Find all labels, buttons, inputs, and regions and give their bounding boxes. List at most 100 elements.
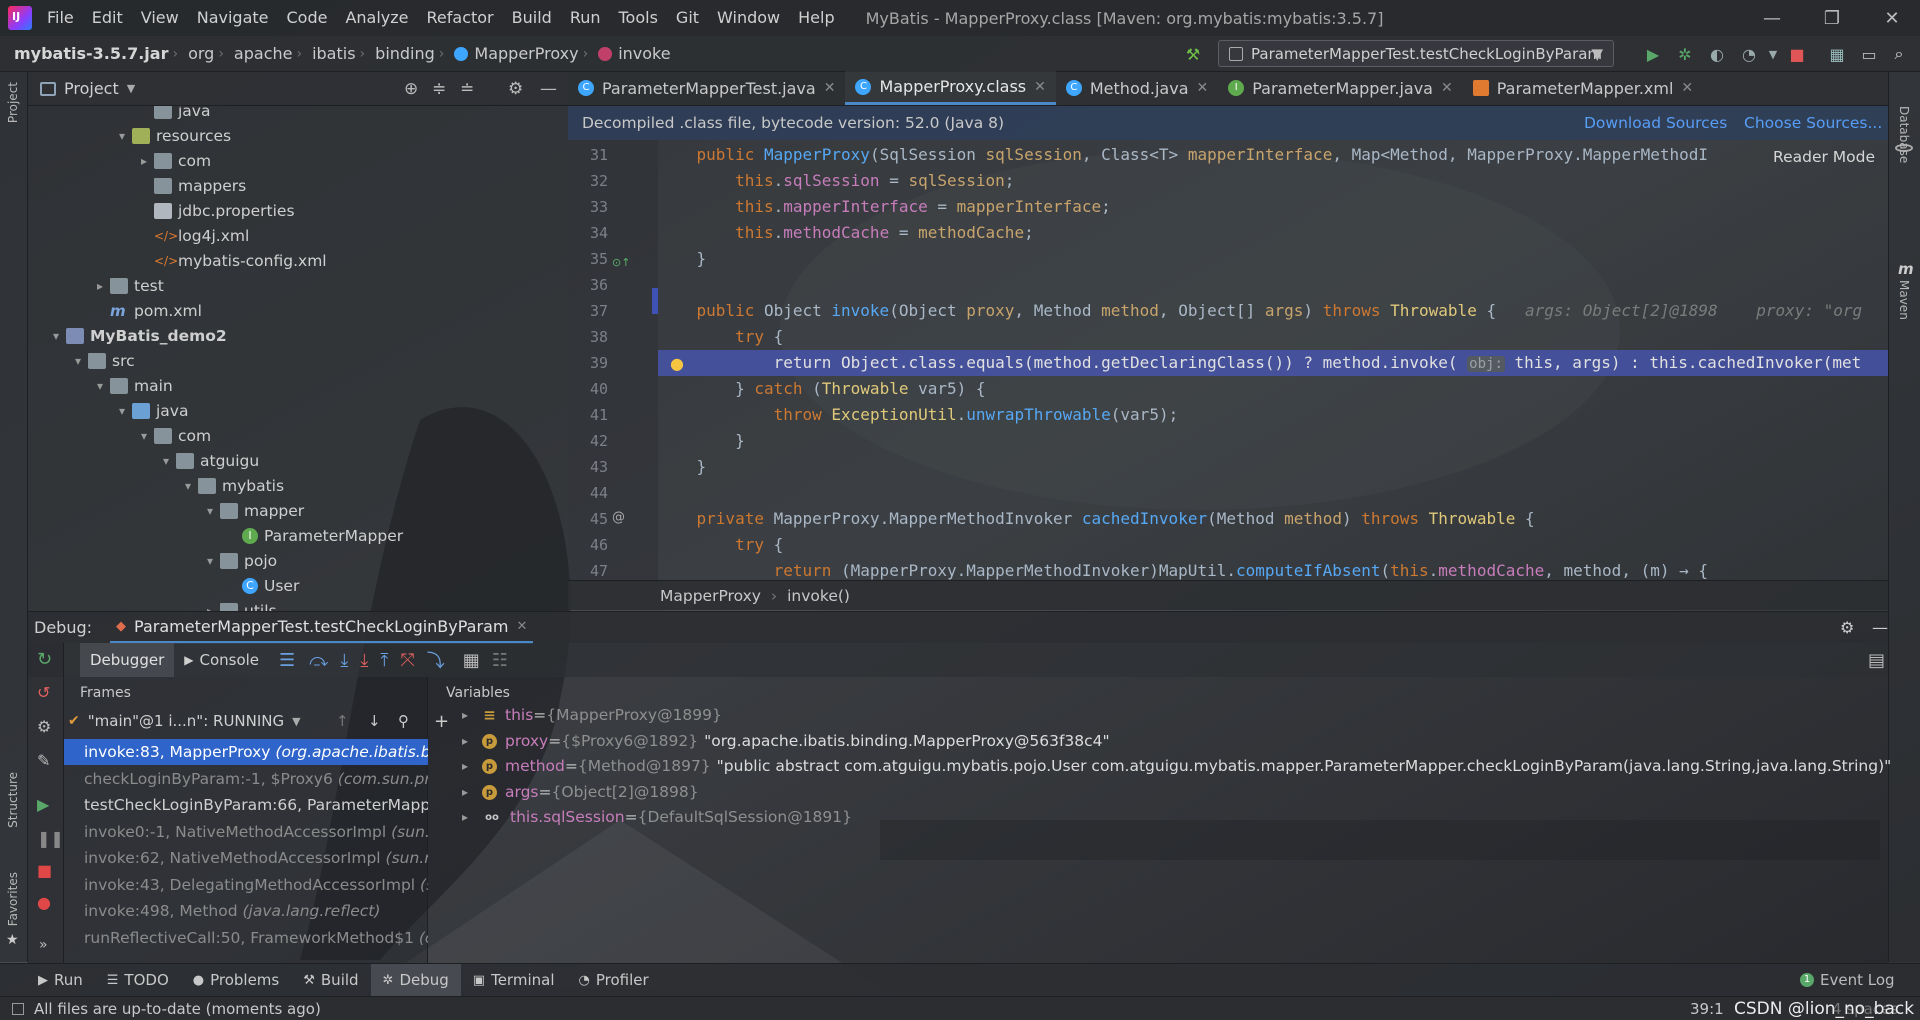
search-icon[interactable]: ⌕ [1886,41,1912,67]
menu-tools[interactable]: Tools [610,0,667,36]
force-step-into-icon[interactable]: ⤓ [360,650,368,671]
tool-tab-profiler[interactable]: ◔ Profiler [567,964,661,997]
breadcrumb-item[interactable]: mybatis-3.5.7.jar [0,44,168,63]
tool-tab-problems[interactable]: ● Problems [181,964,291,997]
editor-tab[interactable]: C Method.java ✕ [1056,71,1218,105]
run-to-cursor-icon[interactable]: ⤵ [427,647,445,673]
step-over-icon[interactable]: ⤼ [309,650,328,671]
breadcrumb-item[interactable]: org [182,44,214,63]
gear-icon[interactable]: ⚙ [1840,618,1854,637]
variable-row[interactable]: ▸ oo this.sqlSession = {DefaultSqlSession@… [462,805,852,830]
menu-code[interactable]: Code [278,0,337,36]
collapse-all-icon[interactable]: ≐ [460,79,474,99]
tree-item[interactable]: ▸ test [92,273,164,298]
tree-item[interactable]: C User [224,573,299,598]
stack-frame[interactable]: testCheckLoginByParam:66, ParameterMappe… [64,792,428,818]
view-breakpoints-icon[interactable]: ● [37,893,51,912]
locate-target-icon[interactable]: ⊕ [404,79,418,99]
structure-tool-button[interactable]: Structure [6,772,20,828]
run-configuration-select[interactable]: ParameterMapperTest.testCheckLoginByPara… [1218,40,1614,67]
expand-arrow-icon[interactable]: ▸ [462,703,482,728]
tree-item[interactable]: ▾ resources [114,123,231,148]
coverage-icon[interactable]: ◐ [1704,41,1730,67]
resume-icon[interactable]: ▶ [37,795,49,814]
editor-tab[interactable]: I ParameterMapper.java ✕ [1218,71,1462,105]
menu-edit[interactable]: Edit [83,0,132,36]
expand-arrow-icon[interactable]: ▸ [136,154,152,168]
favorites-tool-button[interactable]: Favorites [6,872,20,926]
build-hammer-icon[interactable]: ⚒ [1180,41,1206,67]
debug-session-tab[interactable]: ◆ ParameterMapperTest.testCheckLoginByPa… [110,612,534,644]
breadcrumb-item[interactable]: invoke [592,44,671,63]
menu-run[interactable]: Run [561,0,610,36]
close-icon[interactable]: ✕ [1441,80,1453,96]
menu-navigate[interactable]: Navigate [188,0,278,36]
expand-arrow-icon[interactable]: ▸ [462,780,482,805]
tree-item[interactable]: m pom.xml [92,298,202,323]
expand-arrow-icon[interactable]: ▾ [114,129,130,143]
hide-panel-icon[interactable]: — [1872,618,1888,637]
tree-item[interactable]: </> mybatis-config.xml [136,248,327,273]
tool-tab-todo[interactable]: ☰ TODO [95,964,181,997]
stack-frame[interactable]: runReflectiveCall:50, FrameworkMethod$1 … [64,925,428,951]
step-out-icon[interactable]: ⤒ [380,650,388,671]
expand-arrow-icon[interactable]: ▾ [48,329,64,343]
profile-icon[interactable]: ◔ [1736,41,1762,67]
tree-item[interactable]: ▾ com [136,423,211,448]
maven-tool-button[interactable]: Maven [1897,280,1911,320]
chevron-down-icon[interactable]: ▼ [127,82,135,95]
stack-frame[interactable]: invoke0:-1, NativeMethodAccessorImpl (su… [64,819,428,845]
editor-tab[interactable]: C MapperProxy.class ✕ [845,71,1056,105]
tool-tab-terminal[interactable]: ▣ Terminal [461,964,567,997]
expand-arrow-icon[interactable]: ▸ [462,805,482,830]
stack-frame[interactable]: invoke:83, MapperProxy (org.apache.ibati… [64,739,428,765]
more-run-options-icon[interactable]: ▼ [1760,41,1786,67]
breadcrumb-class[interactable]: MapperProxy [660,587,761,605]
settings-wrench-icon[interactable]: ✎ [37,751,50,770]
evaluate-expression-icon[interactable]: ▦ [463,650,480,671]
gear-icon[interactable]: ⚙ [508,79,523,99]
code-editor[interactable]: public MapperProxy(SqlSession sqlSession… [658,140,1888,580]
arrow-down-icon[interactable]: ↓ [368,712,381,730]
rerun-icon[interactable]: ↻ [37,649,52,670]
editor-gutter[interactable]: ⊙↑ @ 31 32 33 34 35 36 37 38 39 40 41 42 43 44 45 46 47 [568,140,658,580]
breadcrumb-item[interactable]: binding [369,44,435,63]
layout-settings-icon[interactable]: ▤ [1868,650,1885,671]
menu-analyze[interactable]: Analyze [336,0,417,36]
stack-frame[interactable]: invoke:498, Method (java.lang.reflect) [64,898,428,924]
drop-frame-icon[interactable]: ⤧ [400,650,414,671]
run-icon[interactable]: ▶ [1640,41,1666,67]
expand-arrow-icon[interactable]: ▾ [202,504,218,518]
menu-git[interactable]: Git [667,0,708,36]
database-tool-button[interactable]: Database [1897,106,1911,163]
stack-frame[interactable]: invoke:62, NativeMethodAccessorImpl (sun… [64,845,428,871]
close-window-button[interactable]: ✕ [1864,0,1920,36]
expand-arrow-icon[interactable]: ▸ [92,279,108,293]
stack-frame[interactable]: checkLoginByParam:-1, $Proxy6 (com.sun.p… [64,766,428,792]
tab-debugger[interactable]: Debugger [80,643,175,677]
breadcrumb-method[interactable]: invoke() [787,587,850,605]
tree-item[interactable]: java [136,106,210,123]
trace-icon[interactable]: ☷ [492,650,508,671]
hide-panel-icon[interactable]: — [540,79,557,99]
expand-arrow-icon[interactable]: ▾ [202,554,218,568]
tree-item[interactable]: ▾ mybatis [180,473,284,498]
breadcrumb-item[interactable]: ibatis [306,44,355,63]
close-icon[interactable]: ✕ [1681,80,1693,96]
tree-item[interactable]: mappers [136,173,246,198]
variable-row[interactable]: ▸ p args = {Object[2]@1898} [462,780,699,805]
close-icon[interactable]: ✕ [824,80,836,96]
stack-frame[interactable]: invoke:43, DelegatingMethodAccessorImpl … [64,872,428,898]
tree-item[interactable]: ▾ pojo [202,548,277,573]
debug-bug-icon[interactable]: ✲ [1672,41,1698,67]
tree-item[interactable]: </> log4j.xml [136,223,249,248]
project-panel-title[interactable]: Project [64,79,119,98]
layout-icon[interactable]: ▭ [1856,41,1882,67]
download-sources-link[interactable]: Download Sources [1584,114,1727,132]
breadcrumb-item[interactable]: apache [228,44,293,63]
expand-arrow-icon[interactable]: ▾ [114,404,130,418]
arrow-up-icon[interactable]: ↑ [336,712,349,730]
expand-arrow-icon[interactable]: ▸ [462,754,482,779]
tree-item[interactable]: ▸ com [136,148,211,173]
menu-build[interactable]: Build [503,0,561,36]
